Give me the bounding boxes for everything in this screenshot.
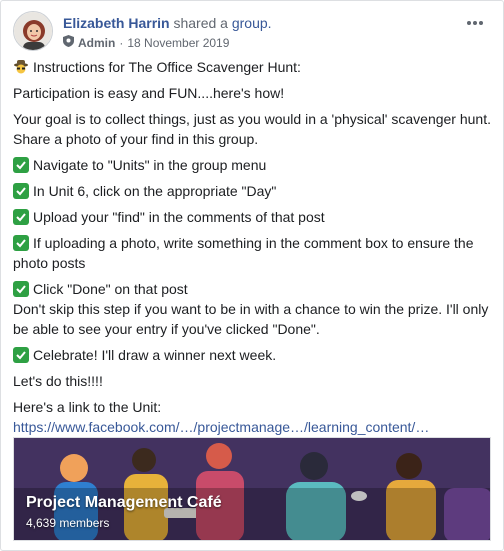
goal-text: Your goal is to collect things, just as … xyxy=(13,111,491,147)
step-text: Click "Done" on that post xyxy=(33,281,188,297)
lets-do-text: Let's do this!!!! xyxy=(13,373,103,389)
step-text: Upload your "find" in the comments of th… xyxy=(33,209,325,225)
step-item: Upload your "find" in the comments of th… xyxy=(13,207,495,227)
shared-group-members: 4,639 members xyxy=(26,516,110,530)
intro-text: Participation is easy and FUN....here's … xyxy=(13,85,285,101)
celebrate-text: Celebrate! I'll draw a winner next week. xyxy=(33,347,277,363)
check-mark-icon xyxy=(13,183,29,199)
check-mark-icon xyxy=(13,281,29,297)
unit-link[interactable]: https://www.facebook.com/…/projectmanage… xyxy=(13,419,429,435)
step-text: If uploading a photo, write something in… xyxy=(13,235,474,271)
admin-shield-icon xyxy=(63,35,74,51)
step-item: Click "Done" on that post xyxy=(13,279,495,299)
step-text: Navigate to "Units" in the group menu xyxy=(33,157,267,173)
author-role: Admin xyxy=(78,36,116,50)
check-mark-icon xyxy=(13,347,29,363)
step-text: In Unit 6, click on the appropriate "Day… xyxy=(33,183,277,199)
post-body: Instructions for The Office Scavenger Hu… xyxy=(13,57,495,443)
shared-group-card[interactable]: Project Management Café 4,639 members xyxy=(13,437,491,541)
instructions-heading-line: Instructions for The Office Scavenger Hu… xyxy=(13,57,495,77)
step-item: In Unit 6, click on the appropriate "Day… xyxy=(13,181,495,201)
post-date[interactable]: 18 November 2019 xyxy=(127,35,229,51)
post-header: Elizabeth Harrin shared a group. Admin ·… xyxy=(13,11,493,55)
more-options-icon[interactable] xyxy=(463,13,487,33)
post-title-line: Elizabeth Harrin shared a group. xyxy=(63,14,272,32)
instructions-heading: Instructions for The Office Scavenger Hu… xyxy=(33,59,301,75)
unit-link-line: Here's a link to the Unit: https://www.f… xyxy=(13,397,495,437)
post-meta: Admin · 18 November 2019 xyxy=(63,35,229,51)
detective-icon xyxy=(13,59,29,75)
shared-group-name[interactable]: Project Management Café xyxy=(26,494,222,512)
author-name[interactable]: Elizabeth Harrin xyxy=(63,15,170,31)
meta-separator: · xyxy=(119,36,124,50)
shared-object-link[interactable]: group. xyxy=(232,15,272,31)
check-mark-icon xyxy=(13,235,29,251)
celebrate-line: Celebrate! I'll draw a winner next week. xyxy=(13,345,495,365)
step-item: If uploading a photo, write something in… xyxy=(13,233,495,273)
check-mark-icon xyxy=(13,209,29,225)
unit-link-prefix: Here's a link to the Unit: xyxy=(13,399,162,415)
post-card: Elizabeth Harrin shared a group. Admin ·… xyxy=(0,0,504,551)
post-action: shared a xyxy=(173,15,228,31)
author-avatar[interactable] xyxy=(13,11,53,51)
done-note: Don't skip this step if you want to be i… xyxy=(13,301,489,337)
check-mark-icon xyxy=(13,157,29,173)
step-item: Navigate to "Units" in the group menu xyxy=(13,155,495,175)
